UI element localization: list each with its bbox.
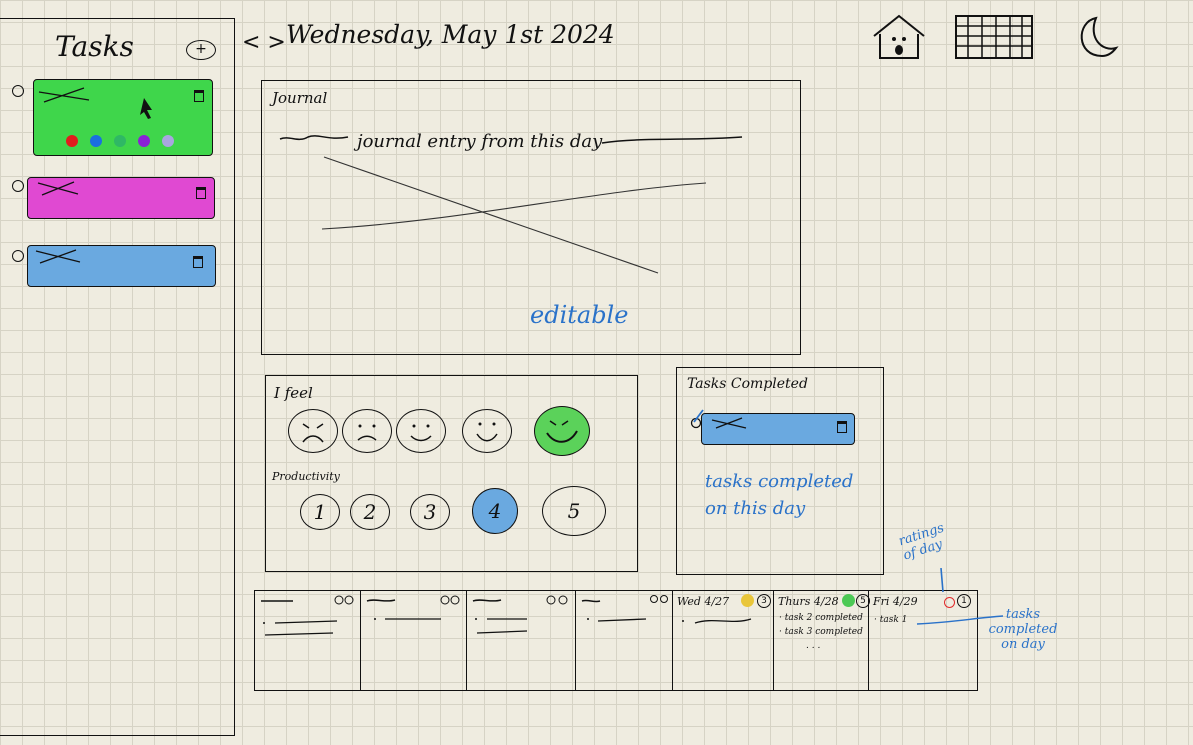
mood-happy-face[interactable] bbox=[462, 409, 512, 453]
task-card[interactable] bbox=[33, 79, 213, 156]
date-nav-arrows[interactable]: < > bbox=[242, 30, 286, 55]
color-dot-blue[interactable] bbox=[90, 135, 102, 147]
productivity-2[interactable]: 2 bbox=[350, 494, 390, 530]
feel-label: I feel bbox=[274, 384, 313, 402]
productivity-3[interactable]: 3 bbox=[410, 494, 450, 530]
journal-entry[interactable]: journal entry from this day bbox=[357, 131, 602, 152]
productivity-label: Productivity bbox=[272, 470, 340, 483]
tasks-annotation: tasks completed on day bbox=[988, 607, 1058, 652]
day-task: · task 3 completed bbox=[779, 627, 863, 637]
color-dot-lavender[interactable] bbox=[162, 135, 174, 147]
day-card[interactable] bbox=[576, 591, 673, 690]
annotation-arrow bbox=[940, 568, 944, 593]
mood-angry-face[interactable] bbox=[288, 409, 338, 453]
mood-sad-face[interactable] bbox=[342, 409, 392, 453]
tasks-completed-annotation: tasks completed on this day bbox=[705, 471, 854, 519]
trash-icon[interactable] bbox=[837, 421, 847, 433]
trash-icon[interactable] bbox=[194, 90, 204, 102]
home-icon[interactable] bbox=[870, 12, 928, 62]
day-label: Thurs 4/28 bbox=[778, 595, 839, 608]
trash-icon[interactable] bbox=[196, 187, 206, 199]
completed-task-card[interactable] bbox=[701, 413, 855, 445]
color-dot-green[interactable] bbox=[114, 135, 126, 147]
task-checkbox[interactable] bbox=[12, 180, 24, 192]
week-strip: Wed 4/27 3 Thurs 4/28 5 · task 2 complet… bbox=[254, 590, 978, 691]
productivity-4[interactable]: 4 bbox=[472, 488, 518, 534]
sidebar-title: Tasks bbox=[55, 30, 134, 63]
mood-face-icon bbox=[944, 597, 955, 608]
day-card[interactable] bbox=[255, 591, 361, 690]
task-checkbox[interactable] bbox=[12, 250, 24, 262]
day-task: . . . bbox=[806, 641, 821, 651]
day-label: Fri 4/29 bbox=[873, 595, 918, 608]
productivity-rating: 1 bbox=[957, 594, 971, 608]
color-dot-red[interactable] bbox=[66, 135, 78, 147]
day-task: · task 1 bbox=[874, 615, 908, 625]
mood-content-face[interactable] bbox=[396, 409, 446, 453]
moon-icon[interactable] bbox=[1072, 14, 1120, 60]
day-card-thurs[interactable]: Thurs 4/28 5 · task 2 completed · task 3… bbox=[774, 591, 870, 690]
color-dot-purple[interactable] bbox=[138, 135, 150, 147]
day-task: · task 2 completed bbox=[779, 613, 863, 623]
journal-panel[interactable]: Journal journal entry from this day edit… bbox=[261, 80, 801, 355]
productivity-1[interactable]: 1 bbox=[300, 494, 340, 530]
ratings-annotation: ratings of day bbox=[896, 520, 946, 564]
task-card[interactable] bbox=[27, 177, 215, 219]
day-card-wed[interactable]: Wed 4/27 3 bbox=[673, 591, 774, 690]
calendar-icon[interactable] bbox=[952, 12, 1036, 60]
editable-annotation: editable bbox=[530, 301, 629, 329]
task-checkbox[interactable] bbox=[12, 85, 24, 97]
plus-circle-icon[interactable]: + bbox=[186, 40, 216, 60]
trash-icon[interactable] bbox=[193, 256, 203, 268]
day-card[interactable] bbox=[467, 591, 576, 690]
mood-very-happy-face[interactable] bbox=[534, 406, 590, 456]
tasks-completed-label: Tasks Completed bbox=[687, 376, 808, 392]
day-card[interactable] bbox=[361, 591, 467, 690]
mood-face-icon bbox=[842, 594, 855, 607]
productivity-rating: 5 bbox=[856, 594, 870, 608]
task-card[interactable] bbox=[27, 245, 216, 287]
day-card-fri[interactable]: Fri 4/29 1 · task 1 bbox=[869, 591, 977, 690]
tasks-completed-panel: Tasks Completed tasks completed on this … bbox=[676, 367, 884, 575]
date-title: Wednesday, May 1st 2024 bbox=[286, 20, 615, 49]
productivity-5[interactable]: 5 bbox=[542, 486, 606, 536]
mood-panel: I feel Productivity 1 2 3 4 5 bbox=[265, 375, 638, 572]
